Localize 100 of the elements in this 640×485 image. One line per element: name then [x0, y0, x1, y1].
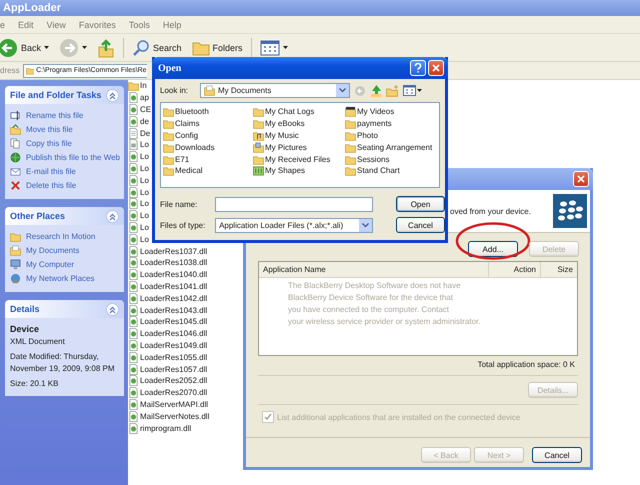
task-link[interactable]: My Computer — [10, 259, 120, 270]
folder-item[interactable]: My Shapes — [253, 164, 345, 177]
cancel-button[interactable]: Cancel — [396, 217, 445, 233]
file-name[interactable]: LoaderRes1040.dll — [140, 270, 208, 280]
task-link[interactable]: My Network Places — [10, 273, 120, 284]
globe-icon — [10, 152, 21, 163]
folder-item[interactable]: My Pictures — [253, 141, 345, 154]
checkbox-label: List additional applications that are installed on the connected device — [277, 412, 520, 422]
folder-item[interactable]: Stand Chart — [345, 164, 437, 177]
menu-item[interactable]: Tools — [128, 20, 150, 30]
collapse-button[interactable] — [106, 88, 119, 102]
file-name[interactable]: Lo — [140, 164, 149, 173]
look-in-dropdown[interactable]: My Documents — [200, 83, 350, 98]
collapse-button[interactable] — [106, 302, 119, 316]
close-button[interactable] — [428, 60, 444, 76]
open-button[interactable]: Open — [396, 196, 445, 212]
folders-button[interactable]: Folders — [190, 36, 245, 60]
add-button[interactable]: Add... — [468, 241, 518, 257]
look-in-label: Look in: — [160, 86, 190, 95]
details-text: Date Modified: Thursday, — [10, 352, 100, 361]
chevron-up-icon — [108, 212, 117, 220]
collapse-button[interactable] — [106, 210, 119, 222]
task-link[interactable]: Publish this file to the Web — [10, 152, 120, 163]
dropdown-button[interactable] — [359, 218, 372, 232]
file-name-input[interactable] — [215, 196, 374, 212]
file-name[interactable]: Lo — [140, 199, 149, 208]
file-name[interactable]: LoaderRes1049.dll — [140, 340, 208, 350]
back-button[interactable]: Back — [0, 36, 52, 60]
folder-item[interactable]: My Music — [253, 130, 345, 142]
views-icon — [260, 40, 280, 56]
close-icon — [432, 64, 440, 72]
file-name[interactable]: LoaderRes1046.dll — [140, 329, 208, 338]
menu-item[interactable]: Edit — [18, 20, 34, 30]
file-name[interactable]: Lo — [140, 234, 149, 244]
folder-item[interactable]: My eBooks — [253, 118, 345, 130]
folder-item[interactable]: E71 — [163, 153, 253, 165]
file-name[interactable]: Lo — [140, 176, 149, 185]
folder-item[interactable]: Seating Arrangement — [345, 141, 437, 154]
folder-item[interactable]: Medical — [163, 164, 253, 177]
folder-item[interactable]: My Chat Logs — [253, 106, 345, 118]
menu-item[interactable]: View — [46, 20, 66, 30]
folder-item[interactable]: My Received Files — [253, 153, 345, 165]
file-name[interactable]: CE — [140, 104, 152, 114]
file-name[interactable]: LoaderRes2052.dll — [140, 376, 208, 386]
window-title: AppLoader — [3, 2, 62, 14]
file-name[interactable]: ap — [140, 93, 149, 102]
file-name[interactable]: rimprogram.dll — [140, 424, 192, 432]
search-button[interactable]: Search — [130, 36, 184, 60]
folder-item[interactable]: Downloads — [163, 141, 253, 154]
file-name[interactable]: Lo — [140, 222, 149, 232]
dropdown-button[interactable] — [336, 84, 349, 97]
file-name[interactable]: LoaderRes1042.dll — [140, 294, 208, 303]
file-type-dropdown[interactable]: Application Loader Files (*.alx;*.ali) — [215, 218, 374, 232]
file-name[interactable]: LoaderRes1043.dll — [140, 306, 208, 315]
file-name[interactable]: LoaderRes1041.dll — [140, 282, 208, 291]
column-header[interactable]: Application Name — [259, 262, 489, 277]
folder-item[interactable]: My Videos — [345, 106, 437, 118]
task-link[interactable]: Rename this file — [10, 110, 120, 121]
folder-item[interactable]: Config — [163, 130, 253, 142]
file-name[interactable]: In — [140, 81, 147, 90]
column-header[interactable]: Action — [489, 262, 541, 277]
task-link[interactable]: My Documents — [10, 245, 120, 256]
task-link[interactable]: E-mail this file — [10, 166, 120, 177]
cancel-button[interactable]: Cancel — [532, 447, 582, 463]
file-name[interactable]: Lo — [140, 152, 149, 162]
views-icon[interactable] — [403, 85, 416, 96]
task-link[interactable]: Move this file — [10, 124, 120, 135]
file-name[interactable]: LoaderRes1055.dll — [140, 352, 208, 362]
up-arrow-icon[interactable] — [370, 84, 382, 98]
file-name[interactable]: Lo — [140, 188, 149, 197]
file-name[interactable]: LoaderRes1057.dll — [140, 364, 208, 374]
folder-item[interactable]: Photo — [345, 130, 437, 142]
menu-item[interactable]: Favorites — [78, 20, 116, 30]
folder-item[interactable]: Sessions — [345, 153, 437, 165]
file-name[interactable]: MailServerNotes.dll — [140, 412, 210, 421]
column-header[interactable]: Size — [541, 262, 577, 277]
menu-item[interactable]: e — [0, 20, 6, 30]
help-button[interactable] — [410, 60, 426, 76]
folder-item[interactable]: Bluetooth — [163, 106, 253, 118]
close-button[interactable] — [573, 171, 589, 187]
caret-icon — [417, 89, 422, 92]
message-text: BlackBerry Device Software for the device that — [288, 293, 454, 302]
file-name[interactable]: Lo — [140, 211, 149, 220]
file-name-label: File name: — [160, 200, 198, 208]
file-name[interactable]: LoaderRes1045.dll — [140, 317, 208, 326]
folder-item[interactable]: payments — [345, 118, 437, 130]
folder-icon — [163, 130, 174, 141]
folder-item[interactable]: Claims — [163, 118, 253, 130]
logo-icon — [553, 194, 587, 228]
file-name[interactable]: MailServerMAPI.dll — [140, 400, 208, 409]
file-name[interactable]: Lo — [140, 140, 149, 150]
menu-item[interactable]: Help — [162, 20, 182, 30]
file-name[interactable]: LoaderRes1037.dll — [140, 246, 208, 256]
task-link[interactable]: Research In Motion — [10, 231, 120, 242]
file-name[interactable]: de — [140, 116, 149, 126]
task-link[interactable]: Delete this file — [10, 180, 120, 191]
file-name[interactable]: De — [140, 128, 150, 138]
file-name[interactable]: LoaderRes2070.dll — [140, 388, 208, 398]
task-link[interactable]: Copy this file — [10, 138, 120, 149]
file-name[interactable]: LoaderRes1038.dll — [140, 258, 208, 268]
